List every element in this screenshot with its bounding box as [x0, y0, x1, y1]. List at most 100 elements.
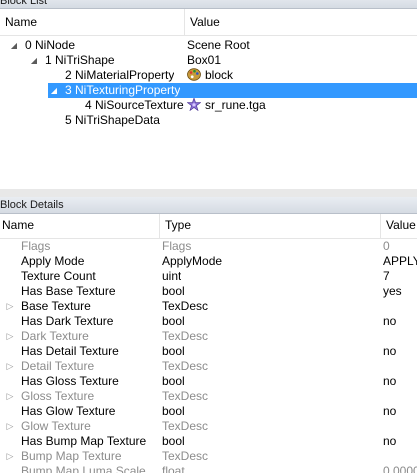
detail-value[interactable]: no: [383, 404, 417, 419]
block-list-header: Name Value: [0, 9, 417, 36]
expand-arrow-icon[interactable]: ▷: [5, 329, 15, 344]
expand-arrow-icon[interactable]: ▷: [5, 449, 15, 464]
expand-arrow-icon[interactable]: ▷: [5, 419, 15, 434]
tree-row-value: block: [205, 68, 234, 82]
detail-row[interactable]: Has Dark Texture bool no: [0, 314, 417, 329]
block-details-title: Block Details: [0, 197, 417, 213]
detail-value[interactable]: [383, 419, 417, 434]
tree-row-nisourcetexture[interactable]: 4 NiSourceTexture sr_rune.tga: [0, 98, 417, 113]
detail-value[interactable]: [383, 329, 417, 344]
detail-name: Has Base Texture: [21, 284, 116, 298]
detail-value[interactable]: no: [383, 344, 417, 359]
expand-arrow-icon[interactable]: ◢: [9, 38, 19, 53]
detail-value[interactable]: yes: [383, 284, 417, 299]
detail-value[interactable]: no: [383, 374, 417, 389]
block-details-header: Name Type Value: [0, 214, 417, 239]
detail-type: bool: [162, 404, 185, 418]
tree-row-value: Scene Root: [187, 38, 250, 52]
tree-row-value-cell: sr_rune.tga: [187, 98, 266, 113]
tree-row-ninode[interactable]: ◢ 0 NiNode Scene Root: [0, 38, 417, 53]
detail-value[interactable]: no: [383, 434, 417, 449]
detail-value[interactable]: 7: [383, 269, 417, 284]
column-header-value[interactable]: Value: [381, 214, 417, 238]
detail-row[interactable]: Has Gloss Texture bool no: [0, 374, 417, 389]
column-header-value[interactable]: Value: [185, 9, 417, 35]
tree-row-nimaterialproperty[interactable]: 2 NiMaterialProperty block: [0, 68, 417, 83]
tree-row-value: Box01: [187, 53, 222, 67]
detail-type: bool: [162, 434, 185, 448]
detail-type: bool: [162, 344, 185, 358]
expand-arrow-icon[interactable]: ▷: [5, 299, 15, 314]
detail-type: bool: [162, 314, 185, 328]
detail-name: Apply Mode: [21, 254, 85, 268]
detail-name: Has Bump Map Texture: [21, 434, 147, 448]
detail-name: Has Gloss Texture: [21, 374, 119, 388]
detail-type: TexDesc: [162, 359, 209, 373]
column-header-name[interactable]: Name: [0, 9, 185, 35]
detail-name: Dark Texture: [21, 329, 89, 343]
detail-name: Detail Texture: [21, 359, 95, 373]
tree-row-value-cell: block: [187, 68, 233, 83]
tree-row-value: sr_rune.tga: [205, 98, 266, 112]
block-list-tree[interactable]: Name Value ◢ 0 NiNode Scene Root ◢ 1 NiT…: [0, 8, 417, 190]
detail-row[interactable]: Has Base Texture bool yes: [0, 284, 417, 299]
tree-row-nitexturingproperty[interactable]: ◢ 3 NiTexturingProperty: [48, 83, 417, 98]
expand-arrow-icon[interactable]: ◢: [49, 83, 59, 98]
detail-type: ApplyMode: [162, 254, 223, 268]
tree-row-label: 3 NiTexturingProperty: [65, 83, 181, 97]
detail-name: Base Texture: [21, 299, 91, 313]
expand-arrow-icon[interactable]: ▷: [5, 389, 15, 404]
detail-type: TexDesc: [162, 299, 209, 313]
detail-type: Flags: [162, 239, 192, 253]
tree-row-label: 4 NiSourceTexture: [85, 98, 184, 112]
detail-row[interactable]: Has Bump Map Texture bool no: [0, 434, 417, 449]
detail-row[interactable]: ▷ Base Texture TexDesc: [0, 299, 417, 314]
expand-arrow-icon[interactable]: ◢: [29, 53, 39, 68]
detail-name: Glow Texture: [21, 419, 91, 433]
block-details-table[interactable]: Name Type Value Flags Flags 0 Apply Mode App…: [0, 213, 417, 473]
detail-row[interactable]: ▷ Detail Texture TexDesc: [0, 359, 417, 374]
detail-value[interactable]: no: [383, 314, 417, 329]
block-list-title: Block List: [0, 0, 417, 8]
detail-name: Flags: [21, 239, 51, 253]
detail-name: Has Detail Texture: [21, 344, 119, 358]
detail-row[interactable]: ▷ Dark Texture TexDesc: [0, 329, 417, 344]
detail-type: TexDesc: [162, 389, 209, 403]
palette-icon: [187, 68, 201, 81]
detail-value[interactable]: 0: [383, 239, 417, 254]
detail-value[interactable]: [383, 359, 417, 374]
detail-value[interactable]: [383, 449, 417, 464]
detail-name: Has Glow Texture: [21, 404, 116, 418]
tree-row-nitrishapedata[interactable]: 5 NiTriShapeData: [0, 113, 417, 128]
detail-row[interactable]: Apply Mode ApplyMode APPLY: [0, 254, 417, 269]
detail-value[interactable]: [383, 389, 417, 404]
detail-row[interactable]: ▷ Gloss Texture TexDesc: [0, 389, 417, 404]
detail-type: bool: [162, 374, 185, 388]
detail-type: TexDesc: [162, 329, 209, 343]
detail-value[interactable]: APPLY: [383, 254, 417, 269]
detail-type: TexDesc: [162, 419, 209, 433]
tree-row-label: 0 NiNode: [25, 38, 76, 52]
tree-row-label: 5 NiTriShapeData: [65, 113, 160, 127]
detail-row[interactable]: ▷ Bump Map Texture TexDesc: [0, 449, 417, 464]
detail-type: TexDesc: [162, 449, 209, 463]
detail-row[interactable]: Flags Flags 0: [0, 239, 417, 254]
detail-type: bool: [162, 284, 185, 298]
expand-arrow-icon[interactable]: ▷: [5, 359, 15, 374]
detail-name: Gloss Texture: [21, 389, 95, 403]
tree-row-label: 1 NiTriShape: [45, 53, 115, 67]
detail-row[interactable]: Texture Count uint 7: [0, 269, 417, 284]
column-header-name[interactable]: Name: [0, 214, 160, 238]
detail-row[interactable]: Has Detail Texture bool no: [0, 344, 417, 359]
detail-name: Has Dark Texture: [21, 314, 114, 328]
detail-type: uint: [162, 269, 182, 283]
detail-value[interactable]: [383, 299, 417, 314]
detail-row[interactable]: Has Glow Texture bool no: [0, 404, 417, 419]
texture-icon: [187, 98, 201, 111]
tree-row-label: 2 NiMaterialProperty: [65, 68, 175, 82]
tree-row-nitrishape[interactable]: ◢ 1 NiTriShape Box01: [0, 53, 417, 68]
detail-name: Bump Map Texture: [21, 449, 122, 463]
panel-splitter[interactable]: [0, 189, 417, 197]
detail-row[interactable]: ▷ Glow Texture TexDesc: [0, 419, 417, 434]
column-header-type[interactable]: Type: [160, 214, 381, 238]
